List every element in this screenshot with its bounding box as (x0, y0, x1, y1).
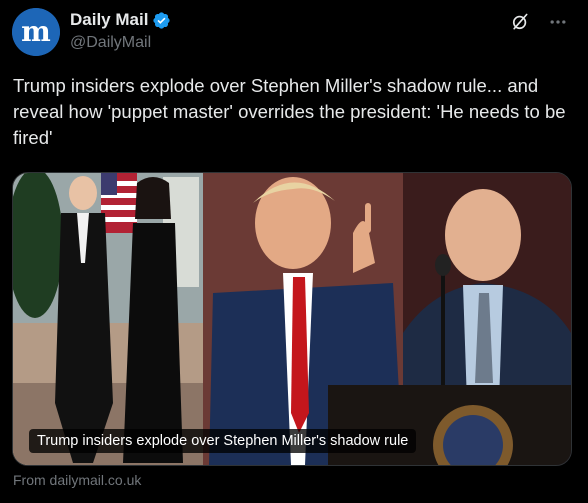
avatar-letter: m (21, 15, 51, 48)
header-actions (508, 10, 570, 34)
article-image (13, 173, 571, 465)
verified-badge-icon (152, 11, 171, 30)
tweet: m Daily Mail @DailyMail Trump insiders e… (0, 0, 588, 503)
tweet-text: Trump insiders explode over Stephen Mill… (13, 75, 566, 148)
card-source[interactable]: From dailymail.co.uk (13, 471, 141, 489)
card-caption: Trump insiders explode over Stephen Mill… (29, 429, 417, 453)
handle[interactable]: @DailyMail (70, 33, 171, 53)
tweet-header: m Daily Mail @DailyMail (12, 6, 576, 58)
grok-icon[interactable] (508, 10, 532, 34)
more-icon[interactable] (546, 10, 570, 34)
avatar[interactable]: m (12, 8, 60, 56)
daily-mail-logo-icon: m (12, 8, 60, 56)
author-names: Daily Mail @DailyMail (70, 10, 171, 53)
link-card[interactable]: Trump insiders explode over Stephen Mill… (12, 172, 572, 466)
display-name[interactable]: Daily Mail (70, 10, 148, 30)
